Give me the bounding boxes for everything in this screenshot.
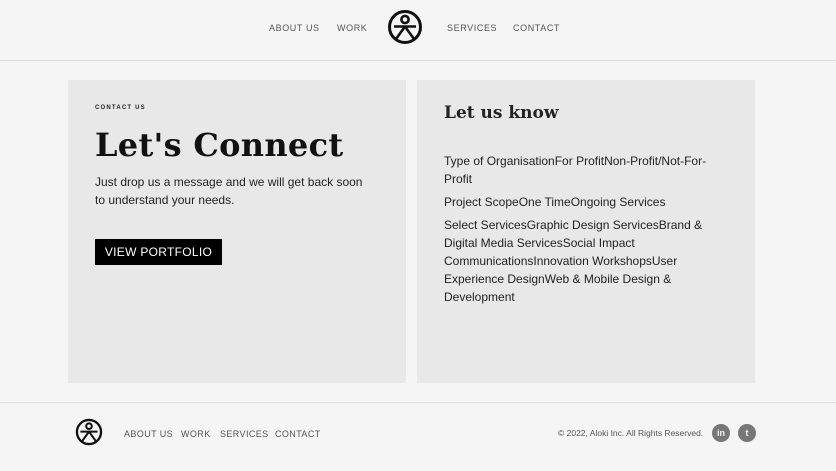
contact-form-card: Let us know Type of OrganisationFor Prof… [417,80,755,383]
linkedin-icon[interactable]: in [712,424,730,442]
footer-link-contact[interactable]: CONTACT [275,429,321,439]
section-eyebrow: CONTACT US [95,105,146,111]
footer-link-work[interactable]: WORK [181,429,211,439]
nav-link-contact[interactable]: CONTACT [513,23,560,33]
select-services-field[interactable]: Select ServicesGraphic Design ServicesBr… [444,216,724,306]
footer: ABOUT US WORK SERVICES CONTACT © 2022, A… [0,402,836,471]
project-scope-field[interactable]: Project ScopeOne TimeOngoing Services [444,193,724,211]
twitter-icon[interactable]: t [738,424,756,442]
footer-link-services[interactable]: SERVICES [220,429,269,439]
hero-description: Just drop us a message and we will get b… [95,175,363,207]
view-portfolio-button[interactable]: VIEW PORTFOLIO [95,239,222,265]
copyright-text: © 2022, Aloki Inc. All Rights Reserved. [558,428,704,438]
form-title: Let us know [444,103,559,123]
nav-link-work[interactable]: WORK [337,23,367,33]
logo-icon[interactable] [387,9,423,45]
footer-logo-icon[interactable] [75,418,103,446]
page-title: Let's Connect [95,126,344,164]
contact-hero-card: CONTACT US Let's Connect Just drop us a … [68,80,406,383]
organisation-type-field[interactable]: Type of OrganisationFor ProfitNon-Profit… [444,152,724,188]
footer-link-about-us[interactable]: ABOUT US [124,429,173,439]
nav-link-services[interactable]: SERVICES [447,23,497,33]
nav-link-about-us[interactable]: ABOUT US [269,23,320,33]
top-navigation: ABOUT US WORK SERVICES CONTACT [0,0,836,61]
